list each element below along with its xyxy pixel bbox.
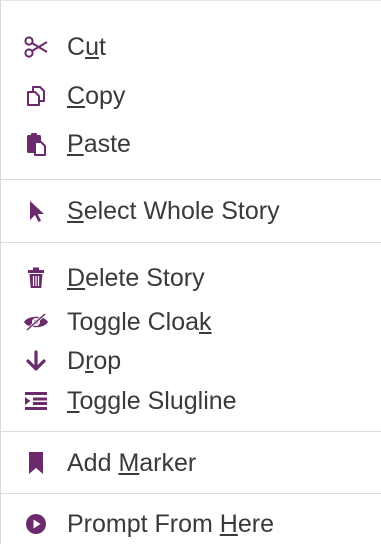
- menu-item-select-whole-story[interactable]: Select Whole Story: [1, 195, 381, 227]
- menu-item-paste[interactable]: Paste: [1, 128, 381, 160]
- menu-item-label: Toggle Cloak: [67, 308, 212, 336]
- menu-item-label: Cut: [67, 33, 106, 61]
- bookmark-icon: [23, 450, 49, 476]
- menu-item-label: Toggle Slugline: [67, 387, 237, 415]
- menu-item-label: Copy: [67, 82, 126, 110]
- menu-item-label: Add Marker: [67, 449, 197, 477]
- menu-item-toggle-cloak[interactable]: Toggle Cloak: [1, 306, 381, 338]
- menu-item-add-marker[interactable]: Add Marker: [1, 447, 381, 479]
- menu-item-label: Drop: [67, 347, 122, 375]
- slugline-icon: [23, 388, 49, 414]
- menu-divider: [1, 242, 381, 243]
- trash-icon: [23, 265, 49, 291]
- menu-item-prompt-from-here[interactable]: Prompt From Here: [1, 508, 381, 540]
- cloak-eye-icon: [23, 309, 49, 335]
- menu-item-copy[interactable]: Copy: [1, 80, 381, 112]
- menu-item-label: Paste: [67, 130, 131, 158]
- pointer-icon: [23, 198, 49, 224]
- menu-item-label: Select Whole Story: [67, 197, 280, 225]
- arrow-down-icon: [23, 348, 49, 374]
- menu-divider: [1, 493, 381, 494]
- menu-item-cut[interactable]: Cut: [1, 31, 381, 63]
- menu-item-label: Delete Story: [67, 264, 205, 292]
- menu-item-label: Prompt From Here: [67, 510, 274, 538]
- copy-icon: [23, 83, 49, 109]
- menu-item-drop[interactable]: Drop: [1, 345, 381, 377]
- menu-divider: [1, 431, 381, 432]
- play-circle-icon: [23, 511, 49, 537]
- menu-item-toggle-slugline[interactable]: Toggle Slugline: [1, 385, 381, 417]
- paste-icon: [23, 131, 49, 157]
- menu-item-delete-story[interactable]: Delete Story: [1, 262, 381, 294]
- scissors-icon: [23, 34, 49, 60]
- context-menu: Cut Copy Paste Select Whole Story Delete…: [0, 0, 381, 544]
- menu-divider: [1, 179, 381, 180]
